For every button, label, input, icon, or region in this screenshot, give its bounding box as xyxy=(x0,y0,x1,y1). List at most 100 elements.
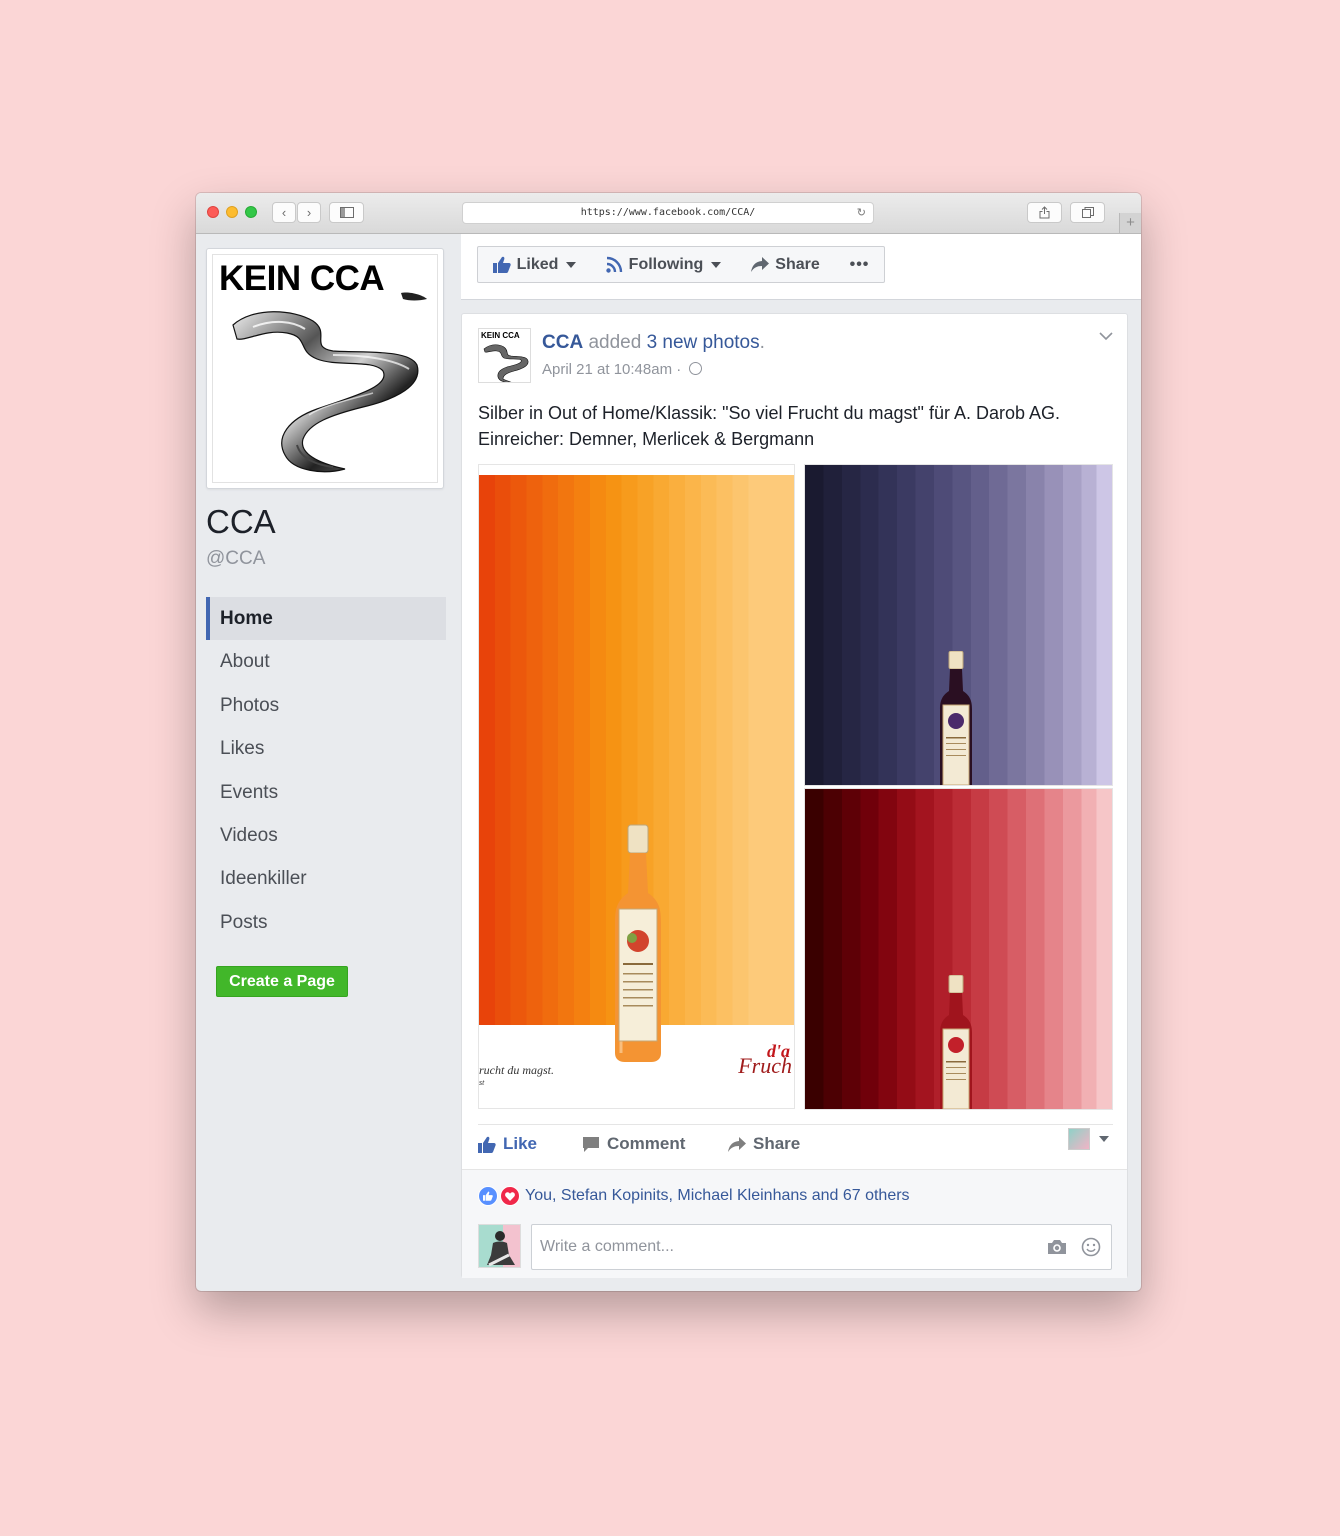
heart-icon xyxy=(500,1186,520,1206)
post-actions: Like Comment Share xyxy=(478,1128,1118,1164)
nav-item-about[interactable]: About xyxy=(206,640,446,683)
share-arrow-icon xyxy=(751,257,770,272)
globe-icon[interactable] xyxy=(689,362,703,375)
reactions-summary[interactable]: You, Stefan Kopinits, Michael Kleinhans … xyxy=(525,1187,910,1205)
post-photo-red[interactable] xyxy=(804,788,1113,1110)
address-bar[interactable]: https://www.facebook.com/CCA/ ↻ xyxy=(462,202,874,224)
thumbs-up-icon xyxy=(478,1136,496,1153)
purple-syrup-bottle xyxy=(940,651,972,785)
photo-tagline: rucht du magst. st xyxy=(479,1063,554,1087)
post-card: KEIN CCA CCA added 3 new photos. April 2… xyxy=(461,313,1128,1278)
red-syrup-bottle xyxy=(940,975,972,1109)
share-arrow-icon xyxy=(728,1136,746,1152)
show-tabs-button[interactable] xyxy=(1070,202,1105,223)
sidebar-icon xyxy=(339,207,354,218)
comment-icon xyxy=(583,1136,599,1152)
timestamp-separator: · xyxy=(676,361,682,378)
chevron-down-icon xyxy=(1099,1136,1109,1142)
reactions-and-comments: You, Stefan Kopinits, Michael Kleinhans … xyxy=(462,1169,1127,1278)
share-icon xyxy=(1039,206,1050,219)
chrome-sculpture-illustration xyxy=(232,292,427,473)
sidebar-toggle-button[interactable] xyxy=(329,202,364,223)
page-name[interactable]: CCA xyxy=(206,503,276,541)
avatar-sculpture-illustration xyxy=(483,344,529,382)
post-author-name[interactable]: CCA xyxy=(542,332,583,353)
nav-item-videos[interactable]: Videos xyxy=(206,814,446,857)
comment-label: Comment xyxy=(607,1134,686,1153)
post-as-selector[interactable] xyxy=(1068,1128,1109,1150)
nav-item-posts[interactable]: Posts xyxy=(206,901,446,944)
page-handle[interactable]: @CCA xyxy=(206,548,265,570)
chevron-down-icon xyxy=(711,261,722,268)
commenter-avatar[interactable] xyxy=(478,1224,521,1268)
post-action-suffix: . xyxy=(759,332,765,353)
create-page-button[interactable]: Create a Page xyxy=(216,966,348,997)
nav-item-home[interactable]: Home xyxy=(206,597,446,641)
post-header: CCA added 3 new photos. xyxy=(542,332,765,354)
more-icon: ••• xyxy=(849,256,870,273)
nav-item-likes[interactable]: Likes xyxy=(206,727,446,770)
comment-input-icons xyxy=(1047,1225,1101,1269)
chevron-down-icon xyxy=(566,261,577,268)
post-photo-orange[interactable]: rucht du magst. st d'a Fruch xyxy=(478,464,795,1109)
photo-brand-logo: d'a Fruch xyxy=(738,1041,792,1079)
forward-button[interactable]: › xyxy=(297,202,321,223)
thumbs-up-icon xyxy=(492,256,511,273)
post-timestamp[interactable]: April 21 at 10:48am xyxy=(542,361,672,378)
share-label: Share xyxy=(775,256,820,273)
share-page-button[interactable] xyxy=(1027,202,1062,223)
like-reaction-icon xyxy=(478,1186,498,1206)
post-author-avatar[interactable]: KEIN CCA xyxy=(478,328,531,383)
chevron-down-icon xyxy=(1099,332,1113,341)
brand-mark: d'a xyxy=(766,1041,790,1061)
commenter-photo xyxy=(479,1225,520,1267)
reload-icon[interactable]: ↻ xyxy=(857,203,866,223)
post-share-button[interactable]: Share xyxy=(728,1134,800,1154)
orange-syrup-bottle xyxy=(615,824,661,1062)
page-action-bar: Liked Following Share ••• xyxy=(461,234,1141,300)
page-navigation: Home About Photos Likes Events Videos Id… xyxy=(206,597,446,944)
liked-label: Liked xyxy=(516,256,559,273)
liked-button[interactable]: Liked xyxy=(477,246,592,283)
share-label: Share xyxy=(753,1134,801,1153)
back-button[interactable]: ‹ xyxy=(272,202,296,223)
nav-item-events[interactable]: Events xyxy=(206,771,446,814)
comment-placeholder: Write a comment... xyxy=(540,1238,674,1255)
following-button[interactable]: Following xyxy=(591,246,737,283)
browser-window: ‹ › https://www.facebook.com/CCA/ ↻ + KE… xyxy=(196,193,1141,1291)
post-text-line-2: Einreicher: Demner, Merlicek & Bergmann xyxy=(478,429,815,449)
post-timestamp-row: April 21 at 10:48am · xyxy=(542,361,703,378)
post-photos-link[interactable]: 3 new photos xyxy=(647,332,760,353)
new-tab-button[interactable]: + xyxy=(1119,213,1141,233)
post-like-button[interactable]: Like xyxy=(478,1134,537,1154)
photo-tagline-text: rucht du magst. xyxy=(479,1063,554,1077)
more-button[interactable]: ••• xyxy=(835,246,885,283)
camera-icon[interactable] xyxy=(1047,1239,1067,1255)
profile-picture[interactable]: KEIN CCA xyxy=(212,254,438,483)
rss-icon xyxy=(605,256,622,273)
profile-picture-card[interactable]: KEIN CCA xyxy=(206,248,444,489)
comment-input[interactable]: Write a comment... xyxy=(531,1224,1112,1270)
forward-icon: › xyxy=(306,205,312,220)
zoom-window-button[interactable] xyxy=(245,206,257,218)
minimize-window-button[interactable] xyxy=(226,206,238,218)
following-label: Following xyxy=(628,256,704,273)
nav-item-ideenkiller[interactable]: Ideenkiller xyxy=(206,857,446,900)
post-actions-divider xyxy=(478,1124,1113,1125)
post-text: Silber in Out of Home/Klassik: "So viel … xyxy=(478,400,1108,452)
photo-tagline-sub: st xyxy=(479,1078,485,1087)
tabs-icon xyxy=(1081,207,1094,218)
post-text-line-1: Silber in Out of Home/Klassik: "So viel … xyxy=(478,403,1061,423)
nav-item-photos[interactable]: Photos xyxy=(206,684,446,727)
post-comment-button[interactable]: Comment xyxy=(582,1134,685,1154)
back-icon: ‹ xyxy=(281,205,287,220)
share-page-action-button[interactable]: Share xyxy=(736,246,836,283)
browser-toolbar: ‹ › https://www.facebook.com/CCA/ ↻ + xyxy=(196,193,1141,234)
url-text: https://www.facebook.com/CCA/ xyxy=(580,207,756,218)
post-photo-purple[interactable] xyxy=(804,464,1113,786)
selector-avatar xyxy=(1068,1128,1090,1150)
emoji-icon[interactable] xyxy=(1081,1237,1101,1257)
like-label: Like xyxy=(503,1134,538,1153)
post-options-button[interactable] xyxy=(1099,328,1113,344)
close-window-button[interactable] xyxy=(207,206,219,218)
